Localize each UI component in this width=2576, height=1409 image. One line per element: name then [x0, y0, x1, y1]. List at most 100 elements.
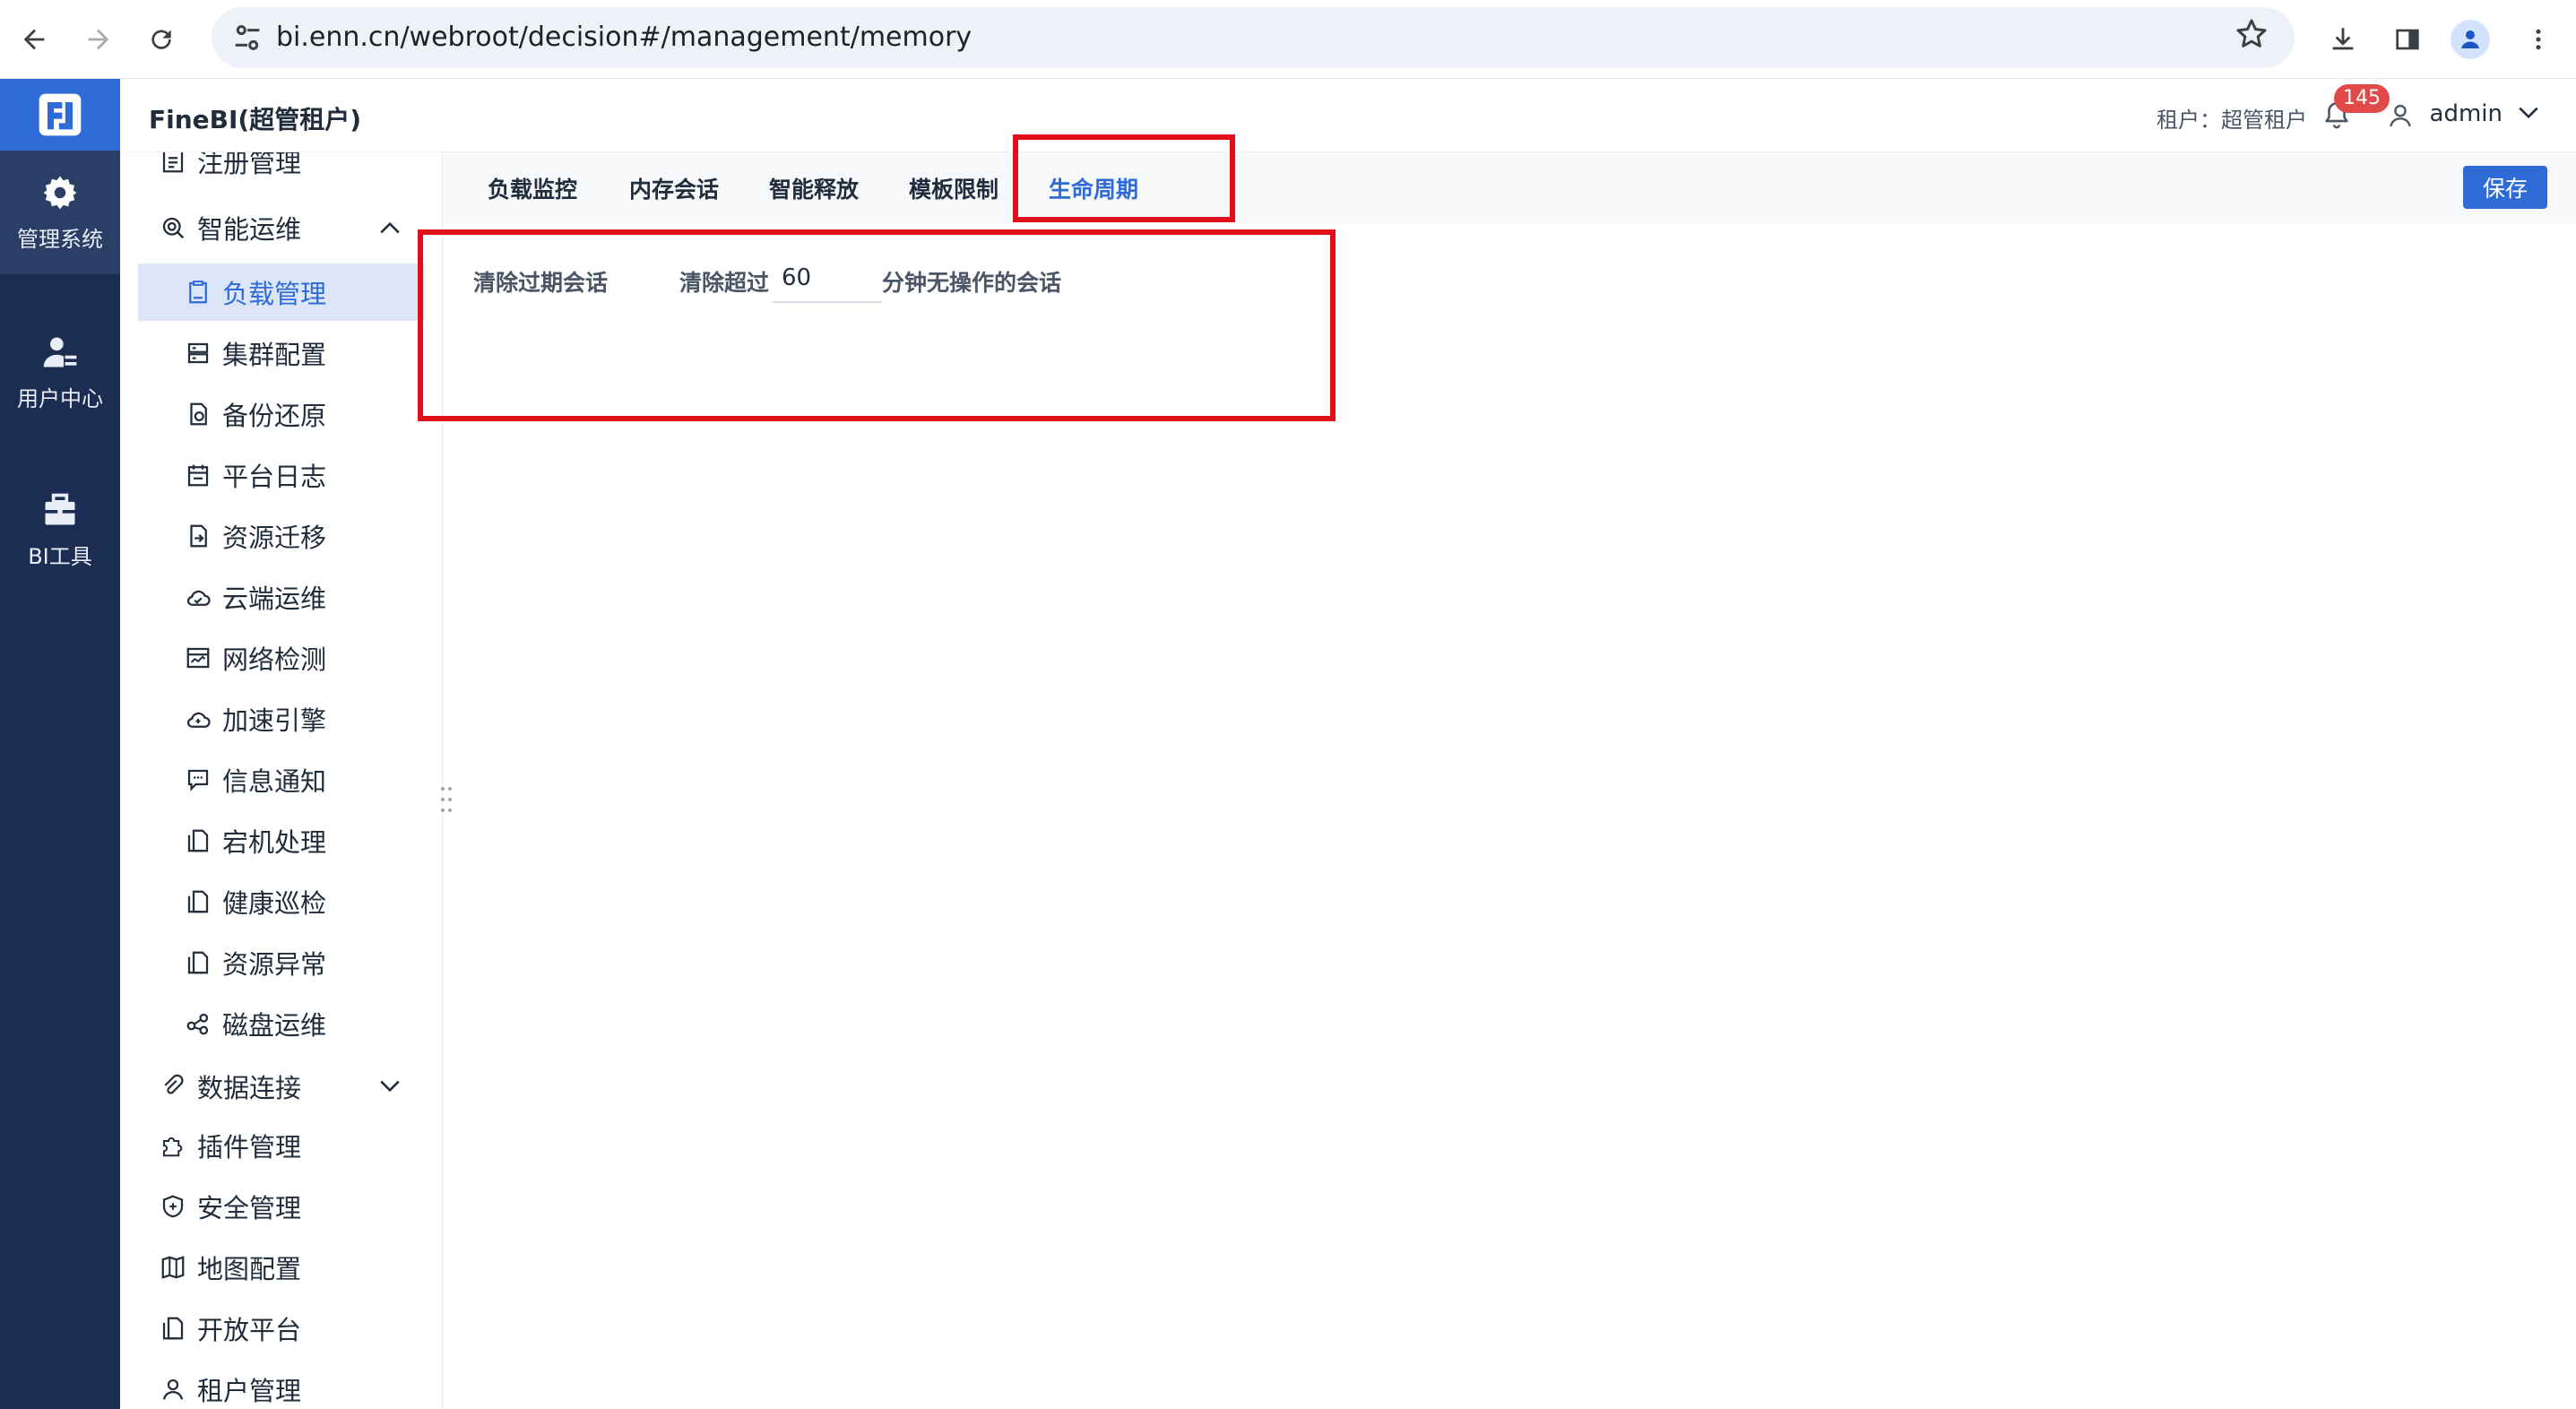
- sidebar-item-accel-engine[interactable]: 加速引擎: [120, 690, 442, 748]
- crash-icon: [187, 829, 209, 852]
- address-bar[interactable]: bi.enn.cn/webroot/decision#/management/m…: [212, 7, 2295, 68]
- sidebar-item-network-check[interactable]: 网络检测: [120, 629, 442, 687]
- sidebar-item-label: 网络检测: [222, 644, 327, 675]
- ops-icon: [162, 217, 185, 239]
- sidebar-item-label: 信息通知: [222, 766, 327, 797]
- sidebar-item-plugin[interactable]: 插件管理: [120, 1117, 442, 1174]
- sidebar-item-label: 集群配置: [222, 340, 327, 370]
- browser-menu-button[interactable]: [2515, 16, 2562, 63]
- sidebar-item-cluster[interactable]: 集群配置: [120, 324, 442, 382]
- rail-item-bi-tools[interactable]: BI工具: [0, 468, 120, 592]
- sidebar-item-migrate[interactable]: 资源迁移: [120, 507, 442, 565]
- sidebar-item-open-platform[interactable]: 开放平台: [120, 1300, 442, 1357]
- clear-expired-sessions-label: 清除过期会话: [473, 270, 609, 296]
- sidebar-item-health-check[interactable]: 健康巡检: [120, 873, 442, 930]
- sidebar-item-label: 租户管理: [197, 1376, 302, 1406]
- chevron-up-icon: [380, 221, 400, 234]
- user-avatar-icon[interactable]: [2386, 100, 2415, 131]
- sidebar-item-platform-log[interactable]: 平台日志: [120, 446, 442, 504]
- tab-memory-session[interactable]: 内存会话: [629, 172, 719, 204]
- rail-item-label: 管理系统: [17, 226, 103, 252]
- tab-lifecycle[interactable]: 生命周期: [1049, 172, 1138, 204]
- cluster-icon: [187, 342, 209, 364]
- profile-button[interactable]: [2451, 20, 2490, 59]
- sidebar-item-label: 插件管理: [197, 1132, 302, 1163]
- link-icon: [164, 1074, 184, 1094]
- forward-button[interactable]: [75, 16, 122, 63]
- sidebar-item-load-management[interactable]: 负载管理: [138, 264, 425, 321]
- idle-minutes-suffix-label: 分钟无操作的会话: [882, 270, 1062, 296]
- sidebar-item-security[interactable]: 安全管理: [120, 1178, 442, 1235]
- sidebar-item-register[interactable]: 注册管理: [120, 152, 442, 190]
- rail-item-label: 用户中心: [17, 385, 103, 411]
- sidebar-item-resource-anomaly[interactable]: 资源异常: [120, 934, 442, 991]
- message-icon: [187, 769, 209, 791]
- side-panel-button[interactable]: [2384, 16, 2431, 63]
- sidebar-item-label: 备份还原: [222, 401, 327, 431]
- sidebar-item-disk-ops[interactable]: 磁盘运维: [120, 995, 442, 1052]
- sidebar-item-crash[interactable]: 宕机处理: [120, 812, 442, 869]
- app-header: FineBI(超管租户) 租户：超管租户 145 admin: [120, 79, 2576, 152]
- user-name[interactable]: admin: [2430, 100, 2503, 127]
- user-icon: [43, 337, 77, 367]
- sidebar-item-label: 地图配置: [197, 1254, 302, 1284]
- tenant-icon: [162, 1379, 184, 1400]
- map-icon: [161, 1256, 185, 1279]
- sidebar-item-backup[interactable]: 备份还原: [120, 385, 442, 443]
- browser-toolbar: bi.enn.cn/webroot/decision#/management/m…: [0, 0, 2576, 79]
- cloud-icon: [186, 590, 211, 606]
- finebi-logo: [0, 79, 120, 151]
- migrate-icon: [190, 524, 207, 548]
- rail-item-label: BI工具: [28, 543, 92, 569]
- reload-icon: [151, 30, 171, 49]
- sidebar-item-map-config[interactable]: 地图配置: [120, 1239, 442, 1296]
- sidebar-item-cloud-ops[interactable]: 云端运维: [120, 568, 442, 626]
- sidebar-item-tenant[interactable]: 租户管理: [120, 1361, 442, 1409]
- engine-icon: [186, 712, 211, 728]
- reload-button[interactable]: [138, 16, 185, 63]
- chevron-down-icon: [380, 1080, 400, 1093]
- sidebar-item-notification[interactable]: 信息通知: [120, 751, 442, 808]
- tab-load-monitor[interactable]: 负载监控: [488, 172, 577, 204]
- sidebar-item-smart-ops[interactable]: 智能运维: [120, 199, 442, 256]
- shield-icon: [162, 1195, 184, 1218]
- sidebar-item-label: 宕机处理: [222, 827, 327, 858]
- sidebar-item-label: 负载管理: [222, 279, 327, 309]
- download-icon: [2332, 28, 2354, 50]
- backup-icon: [190, 402, 207, 426]
- sidebar-item-label: 健康巡检: [222, 888, 327, 919]
- save-button[interactable]: 保存: [2463, 166, 2547, 209]
- tab-smart-release[interactable]: 智能释放: [769, 172, 859, 204]
- idle-minutes-input[interactable]: [773, 255, 882, 303]
- toolbox-icon: [45, 493, 75, 524]
- clear-over-label: 清除超过: [679, 270, 770, 296]
- bookmark-star-icon[interactable]: [2234, 16, 2269, 52]
- sidebar-item-label: 磁盘运维: [222, 1010, 327, 1041]
- sidebar-item-label: 资源迁移: [222, 523, 327, 553]
- tab-template-limit[interactable]: 模板限制: [909, 172, 998, 204]
- back-button[interactable]: [11, 16, 57, 63]
- rail-item-management[interactable]: 管理系统: [0, 151, 120, 274]
- network-icon: [186, 647, 210, 669]
- download-button[interactable]: [2320, 16, 2366, 63]
- chevron-down-icon[interactable]: [2517, 104, 2540, 122]
- platform-icon: [162, 1317, 184, 1340]
- notification-badge: 145: [2334, 84, 2390, 113]
- load-icon: [189, 281, 207, 304]
- sidebar-item-label: 加速引擎: [222, 705, 327, 736]
- sidebar-item-data-connection[interactable]: 数据连接: [120, 1058, 442, 1115]
- log-icon: [187, 464, 209, 487]
- sidebar-item-label: 开放平台: [197, 1315, 302, 1345]
- url-text[interactable]: bi.enn.cn/webroot/decision#/management/m…: [276, 22, 972, 53]
- arrow-right-icon: [88, 29, 109, 50]
- rail-item-user-center[interactable]: 用户中心: [0, 310, 120, 434]
- side-panel-icon: [2396, 29, 2419, 50]
- resource-icon: [187, 951, 209, 974]
- site-info-icon[interactable]: [229, 20, 265, 56]
- disk-icon: [186, 1013, 209, 1035]
- sidebar-item-label: 数据连接: [197, 1073, 302, 1103]
- more-vert-icon: [2536, 29, 2541, 50]
- gear-icon: [43, 176, 77, 209]
- sidebar-item-label: 注册管理: [197, 152, 302, 178]
- sidebar-resize-handle[interactable]: [439, 785, 454, 814]
